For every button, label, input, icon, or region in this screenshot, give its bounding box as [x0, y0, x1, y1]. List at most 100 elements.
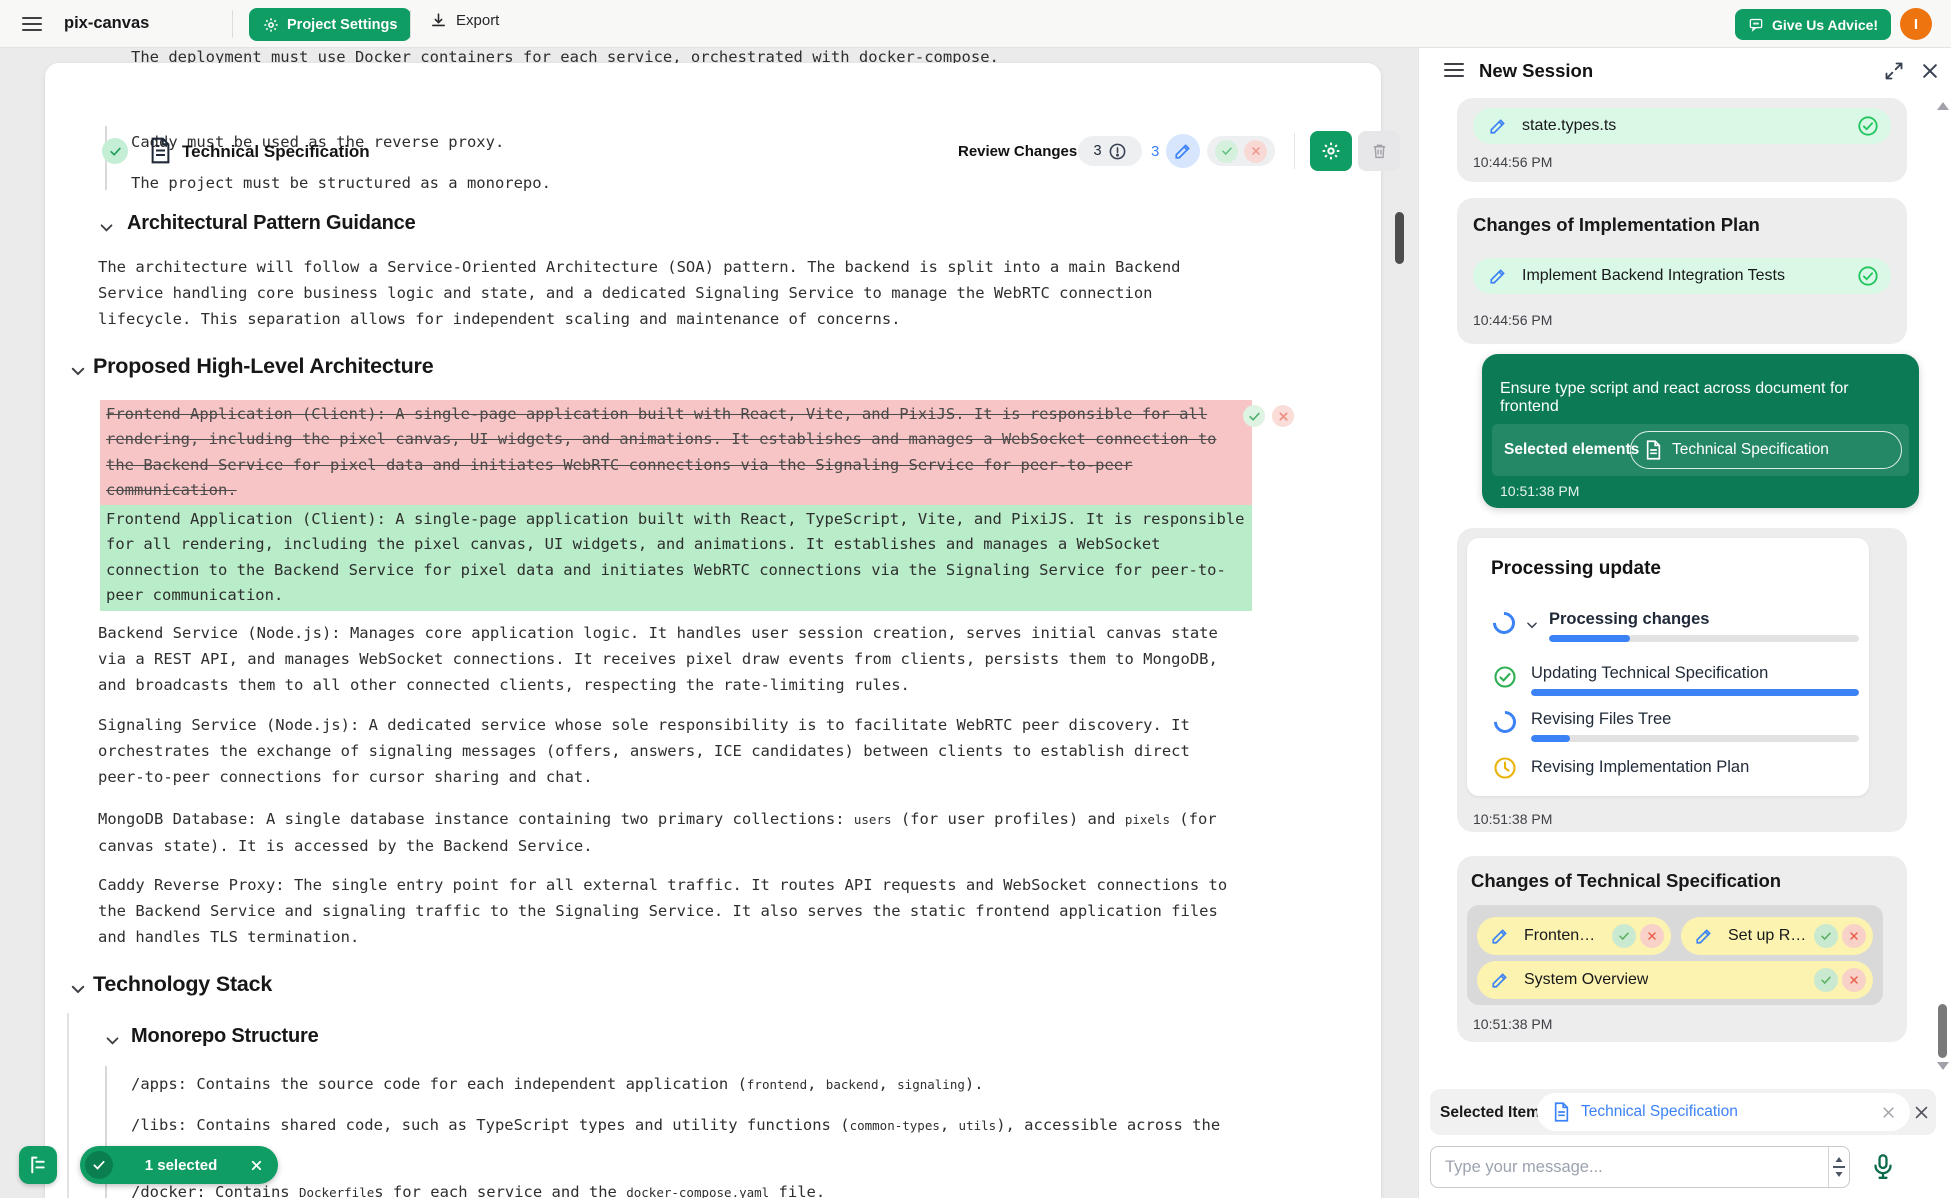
x-icon	[1848, 974, 1860, 986]
inline-code: Dockerfile	[299, 1185, 374, 1198]
exclamation-circle-icon	[1108, 142, 1127, 161]
top-bar: pix-canvas Project Settings Export Give …	[0, 0, 1951, 48]
user-message-text: Ensure type script and react across docu…	[1500, 380, 1904, 416]
x-icon	[1848, 930, 1860, 942]
resize-handle[interactable]	[1828, 1147, 1849, 1187]
check-icon	[1618, 930, 1630, 942]
spec-chip[interactable]: Set up R…	[1681, 917, 1873, 955]
check-icon	[1820, 930, 1832, 942]
pending-changes-badge[interactable]: 3	[1078, 136, 1142, 166]
plan-chip[interactable]: Implement Backend Integration Tests	[1473, 258, 1891, 294]
inline-code: backend	[826, 1077, 879, 1092]
avatar-initial: I	[1914, 16, 1918, 33]
selected-elements-label: Selected elements	[1504, 441, 1639, 459]
x-icon	[1250, 145, 1262, 157]
progress-fill	[1531, 689, 1859, 696]
expand-icon[interactable]	[1884, 61, 1904, 81]
clear-selection-icon[interactable]	[249, 1158, 264, 1173]
divider	[1294, 133, 1295, 169]
spec-chip-label: System Overview	[1524, 971, 1648, 989]
app-title: pix-canvas	[64, 14, 149, 33]
clear-selected-items-icon[interactable]	[1913, 1104, 1930, 1121]
doc-heading-proposed-architecture: Proposed High-Level Architecture	[93, 354, 433, 379]
chevron-down-icon[interactable]	[69, 980, 87, 998]
timestamp: 10:51:38 PM	[1473, 811, 1552, 827]
reject-change-button[interactable]	[1272, 405, 1294, 427]
doc-line-libs: /libs: Contains shared code, such as Typ…	[131, 1112, 1241, 1139]
scroll-down-arrow[interactable]	[1937, 1062, 1949, 1070]
project-settings-button[interactable]: Project Settings	[249, 8, 411, 41]
divider	[410, 10, 411, 38]
outline-toggle-button[interactable]	[19, 1146, 57, 1184]
doc-line-docker: /docker: Contains Dockerfiles for each s…	[131, 1179, 1271, 1198]
spec-chip-label: Set up R…	[1728, 927, 1806, 945]
processing-row-label: Revising Implementation Plan	[1531, 758, 1749, 777]
avatar[interactable]: I	[1900, 8, 1932, 40]
progress-bar	[1531, 689, 1859, 696]
progress-fill	[1531, 735, 1570, 742]
accept-button[interactable]	[1814, 968, 1838, 992]
timestamp: 10:44:56 PM	[1473, 312, 1552, 328]
spinner-icon	[1489, 706, 1520, 737]
selected-element-chip[interactable]: Technical Specification	[1630, 431, 1902, 469]
card-heading: Changes of Implementation Plan	[1473, 214, 1760, 236]
edit-mode-button[interactable]	[1166, 134, 1200, 168]
processing-row-label: Updating Technical Specification	[1531, 664, 1768, 683]
selected-element-label: Technical Specification	[1672, 441, 1829, 459]
document-scrollbar[interactable]	[1395, 212, 1404, 264]
menu-icon[interactable]	[22, 17, 42, 31]
selected-item-chip[interactable]: Technical Specification	[1537, 1093, 1910, 1131]
message-input[interactable]	[1430, 1146, 1850, 1188]
spec-chip[interactable]: System Overview	[1477, 961, 1873, 999]
document-header: Technical Specification Review Changes 3…	[45, 63, 1381, 113]
approve-reject-group	[1207, 136, 1275, 166]
divider	[232, 10, 233, 38]
doc-heading-monorepo-structure: Monorepo Structure	[131, 1025, 319, 1048]
selection-pill[interactable]: 1 selected	[80, 1146, 278, 1184]
close-icon[interactable]	[1920, 61, 1940, 81]
doc-settings-button[interactable]	[1310, 131, 1352, 171]
accept-button[interactable]	[1814, 924, 1838, 948]
project-settings-label: Project Settings	[287, 17, 397, 33]
accept-button[interactable]	[1612, 924, 1636, 948]
doc-paragraph-caddy: Caddy Reverse Proxy: The single entry po…	[98, 872, 1238, 950]
inline-code: signaling	[897, 1077, 965, 1092]
diff-added-block: Frontend Application (Client): A single-…	[100, 505, 1252, 611]
processing-row-label: Revising Files Tree	[1531, 710, 1671, 729]
doc-paragraph-mongodb: MongoDB Database: A single database inst…	[98, 806, 1238, 859]
pencil-icon	[1491, 927, 1509, 945]
chevron-down-icon[interactable]	[1525, 618, 1539, 632]
accept-change-button[interactable]	[1243, 405, 1265, 427]
session-title: New Session	[1479, 60, 1593, 82]
pencil-icon	[1491, 971, 1509, 989]
sidebar-scrollbar[interactable]	[1938, 1004, 1947, 1058]
document-icon	[1645, 440, 1662, 460]
progress-bar	[1531, 735, 1859, 742]
reject-button[interactable]	[1640, 924, 1664, 948]
timestamp: 10:44:56 PM	[1473, 154, 1552, 170]
approve-all-button[interactable]	[1215, 140, 1238, 163]
session-menu-icon[interactable]	[1444, 63, 1464, 77]
check-icon	[1221, 145, 1233, 157]
give-us-advice-button[interactable]: Give Us Advice!	[1735, 9, 1891, 40]
reject-button[interactable]	[1842, 924, 1866, 948]
plan-chip-label: Implement Backend Integration Tests	[1522, 267, 1785, 285]
microphone-icon[interactable]	[1869, 1153, 1897, 1183]
export-button[interactable]: Export	[430, 12, 499, 29]
feedback-bubble-icon	[1748, 17, 1764, 32]
doc-line-apps: /apps: Contains the source code for each…	[131, 1071, 1271, 1098]
inline-code: pixels	[1125, 812, 1170, 827]
chevron-down-icon[interactable]	[98, 219, 115, 236]
file-chip[interactable]: state.types.ts	[1473, 108, 1891, 144]
reject-all-button[interactable]	[1244, 140, 1267, 163]
reject-button[interactable]	[1842, 968, 1866, 992]
chevron-down-icon[interactable]	[69, 362, 87, 380]
spec-chip[interactable]: Fronten…	[1477, 917, 1671, 955]
chevron-down-icon[interactable]	[104, 1032, 121, 1049]
remove-item-icon[interactable]	[1881, 1105, 1896, 1120]
inline-code: users	[854, 812, 892, 827]
check-circle-icon	[1857, 265, 1879, 287]
delete-doc-button[interactable]	[1358, 131, 1400, 171]
doc-heading-architectural-pattern: Architectural Pattern Guidance	[127, 212, 416, 235]
scroll-up-arrow[interactable]	[1937, 102, 1949, 110]
